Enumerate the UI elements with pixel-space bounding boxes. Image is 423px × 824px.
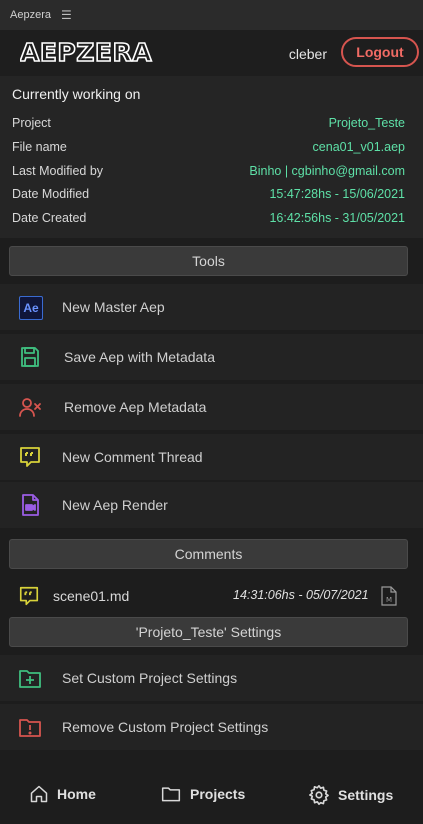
nav-settings[interactable]: Settings: [308, 784, 393, 806]
folder-plus-icon: [19, 670, 41, 688]
tools-section-button[interactable]: Tools: [9, 246, 408, 276]
info-label: Last Modified by: [12, 164, 104, 178]
save-icon: [21, 347, 39, 367]
app-header: AEPZERA cleber Logout: [0, 30, 423, 76]
video-file-icon: [22, 494, 39, 516]
tool-new-comment-thread[interactable]: New Comment Thread: [0, 434, 423, 480]
nav-projects-label: Projects: [190, 786, 246, 802]
file-badge: M: [386, 596, 392, 604]
tool-label: New Comment Thread: [62, 449, 203, 465]
comment-file-name: scene01.md: [53, 588, 130, 604]
info-value: 15:47:28hs - 15/06/2021: [269, 187, 405, 201]
tool-label: New Aep Render: [62, 497, 168, 513]
markdown-file-icon[interactable]: M: [380, 586, 398, 606]
tool-label: Save Aep with Metadata: [64, 349, 215, 365]
menu-icon[interactable]: ☰: [61, 8, 72, 22]
gear-icon: [309, 785, 329, 805]
nav-settings-label: Settings: [338, 787, 394, 803]
tool-new-master-aep[interactable]: Ae New Master Aep: [0, 284, 423, 330]
set-custom-project-settings[interactable]: Set Custom Project Settings: [0, 655, 423, 701]
info-row-project: Project Projeto_Teste: [12, 116, 405, 136]
info-label: Date Created: [12, 211, 87, 225]
project-settings-section-button[interactable]: 'Projeto_Teste' Settings: [9, 617, 408, 647]
settings-item-label: Remove Custom Project Settings: [62, 719, 269, 735]
logout-button[interactable]: Logout: [341, 37, 419, 67]
window-title: Aepzera: [10, 9, 51, 21]
nav-home-label: Home: [57, 786, 96, 802]
info-row-last-modified-by: Last Modified by Binho | cgbinho@gmail.c…: [12, 164, 405, 184]
comment-item[interactable]: scene01.md 14:31:06hs - 05/07/2021 M: [0, 580, 423, 610]
folder-icon: [161, 787, 181, 802]
comment-icon: [19, 586, 39, 606]
ae-icon: Ae: [19, 296, 43, 320]
info-value: 16:42:56hs - 31/05/2021: [269, 211, 405, 225]
info-value: cena01_v01.aep: [312, 140, 405, 154]
app-logo: AEPZERA: [20, 38, 153, 68]
tool-remove-aep-metadata[interactable]: Remove Aep Metadata: [0, 384, 423, 430]
tool-new-aep-render[interactable]: New Aep Render: [0, 482, 423, 528]
bottom-nav: Home Projects Settings: [0, 760, 423, 824]
comment-icon: [20, 447, 40, 467]
tool-label: Remove Aep Metadata: [64, 399, 207, 415]
remove-custom-project-settings[interactable]: Remove Custom Project Settings: [0, 704, 423, 750]
settings-item-label: Set Custom Project Settings: [62, 670, 238, 686]
nav-home[interactable]: Home: [29, 784, 96, 804]
info-label: Project: [12, 116, 51, 130]
username: cleber: [288, 46, 327, 62]
folder-alert-icon: [19, 719, 41, 737]
remove-user-icon: [19, 398, 41, 417]
title-bar: Aepzera ☰: [0, 0, 423, 30]
home-icon: [30, 785, 48, 803]
comments-section-button[interactable]: Comments: [9, 539, 408, 569]
info-label: Date Modified: [12, 187, 90, 201]
logo-text: AEPZERA: [20, 38, 152, 67]
current-project-panel: Currently working on Project Projeto_Tes…: [0, 76, 423, 238]
panel-heading: Currently working on: [12, 86, 141, 102]
info-label: File name: [12, 140, 67, 154]
tool-save-aep-metadata[interactable]: Save Aep with Metadata: [0, 334, 423, 380]
info-value: Projeto_Teste: [328, 116, 405, 130]
info-value: Binho | cgbinho@gmail.com: [249, 164, 405, 178]
comment-timestamp: 14:31:06hs - 05/07/2021: [233, 588, 369, 602]
info-row-file-name: File name cena01_v01.aep: [12, 140, 405, 160]
nav-projects[interactable]: Projects: [160, 784, 245, 804]
info-row-date-modified: Date Modified 15:47:28hs - 15/06/2021: [12, 187, 405, 207]
tool-label: New Master Aep: [62, 299, 165, 315]
info-row-date-created: Date Created 16:42:56hs - 31/05/2021: [12, 211, 405, 231]
